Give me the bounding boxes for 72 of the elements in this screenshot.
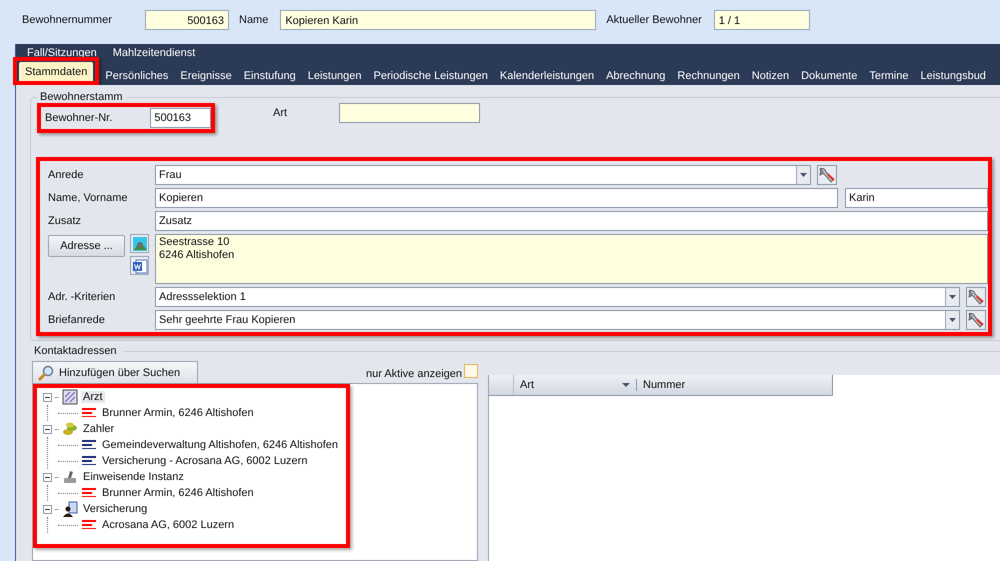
first-name-field[interactable]: Karin xyxy=(845,188,988,208)
tree-node[interactable]: Brunner Armin, 6246 Altishofen xyxy=(100,407,256,419)
active-only-checkbox[interactable] xyxy=(464,364,478,378)
letter-salutation-dropdown[interactable]: Sehr geehrte Frau Kopieren xyxy=(155,310,960,330)
stamp-icon xyxy=(62,469,78,485)
checkbox-label: nur Aktive anzeigen xyxy=(366,368,462,380)
criteria-dropdown[interactable]: Adressselektion 1 xyxy=(155,287,960,307)
salutation-dropdown[interactable]: Frau xyxy=(155,165,811,185)
collapse-icon[interactable] xyxy=(43,472,52,482)
art-field[interactable] xyxy=(339,103,480,123)
search-icon xyxy=(37,364,55,380)
tree-node[interactable]: Brunner Armin, 6246 Altishofen xyxy=(100,487,256,499)
suffix-field[interactable]: Zusatz xyxy=(155,211,988,231)
field-label: Bewohnernummer xyxy=(22,14,113,26)
field-label: Bewohner-Nr. xyxy=(44,112,114,124)
wrench-icon[interactable] xyxy=(966,310,986,330)
tree-node[interactable]: Acrosana AG, 6002 Luzern xyxy=(100,519,236,531)
tab[interactable]: Leistungsbud xyxy=(914,66,992,85)
field-label: Name xyxy=(239,14,268,26)
tab[interactable]: Termine xyxy=(863,66,914,85)
resident-number-field[interactable]: 500163 xyxy=(145,10,229,30)
nav-tab[interactable]: Fall/Sitzungen xyxy=(27,46,97,60)
coins-icon xyxy=(62,421,78,437)
field-label: Zusatz xyxy=(48,215,82,227)
column-header[interactable]: Nummer xyxy=(636,379,686,391)
add-via-search-button[interactable]: Hinzufügen über Suchen xyxy=(32,361,198,383)
address-button[interactable]: Adresse ... xyxy=(48,235,125,257)
tab[interactable]: Stammdaten xyxy=(19,62,94,81)
tab[interactable]: Ereignisse xyxy=(174,66,238,85)
tree-node[interactable]: Zahler xyxy=(81,423,116,435)
caret-icon xyxy=(949,318,956,322)
caret-icon xyxy=(949,295,956,299)
tree-node[interactable]: Einweisende Instanz xyxy=(81,471,186,483)
nav-tab[interactable]: Mahlzeitendienst xyxy=(112,46,196,60)
collapse-icon[interactable] xyxy=(43,392,52,402)
address-field[interactable]: Seestrasse 10 6246 Altishofen xyxy=(155,234,988,284)
tree-node[interactable]: Gemeindeverwaltung Altishofen, 6246 Altishofen xyxy=(100,439,340,451)
group-title: Kontaktadressen xyxy=(34,345,117,357)
tab[interactable]: Periodische Leistungen xyxy=(368,66,494,85)
field-label: Art xyxy=(273,107,288,119)
tab[interactable]: Persönliches xyxy=(99,66,174,85)
field-label: Aktueller Bewohner xyxy=(606,14,702,26)
tab[interactable]: Abrechnung xyxy=(600,66,672,85)
collapse-icon[interactable] xyxy=(43,424,52,434)
name-field[interactable]: Kopieren Karin xyxy=(280,10,596,30)
tree-node[interactable]: Arzt xyxy=(81,391,105,403)
map-icon[interactable] xyxy=(130,234,149,253)
framed-picture-icon xyxy=(62,389,78,405)
person-document-icon xyxy=(62,501,78,517)
tab[interactable]: Kalenderleistungen xyxy=(494,66,600,85)
current-resident-field[interactable]: 1 / 1 xyxy=(714,10,810,30)
tree-node[interactable]: Versicherung xyxy=(81,503,150,515)
tab[interactable]: Rechnungen xyxy=(671,66,746,85)
collapse-icon[interactable] xyxy=(43,504,52,514)
caret-icon xyxy=(800,173,807,177)
wrench-icon[interactable] xyxy=(966,287,986,307)
field-label: Anrede xyxy=(48,169,84,181)
column-header[interactable]: Art xyxy=(514,379,622,391)
group-title: Bewohnerstamm xyxy=(39,91,124,103)
resident-number-field[interactable]: 500163 xyxy=(150,108,211,128)
last-name-field[interactable]: Kopieren xyxy=(155,188,838,208)
caret-icon[interactable] xyxy=(622,383,630,387)
tab[interactable]: Notizen xyxy=(746,66,796,85)
tab[interactable]: Leistungen xyxy=(302,66,368,85)
tab[interactable]: Einstufung xyxy=(238,66,302,85)
field-label: Adr. -Kriterien xyxy=(48,291,116,303)
tab[interactable]: Dokumente xyxy=(795,66,864,85)
word-document-icon[interactable] xyxy=(130,256,149,275)
wrench-icon[interactable] xyxy=(817,165,837,185)
field-label: Briefanrede xyxy=(48,314,106,326)
tree-node[interactable]: Versicherung - Acrosana AG, 6002 Luzern xyxy=(100,455,310,467)
field-label: Name, Vorname xyxy=(48,192,128,204)
